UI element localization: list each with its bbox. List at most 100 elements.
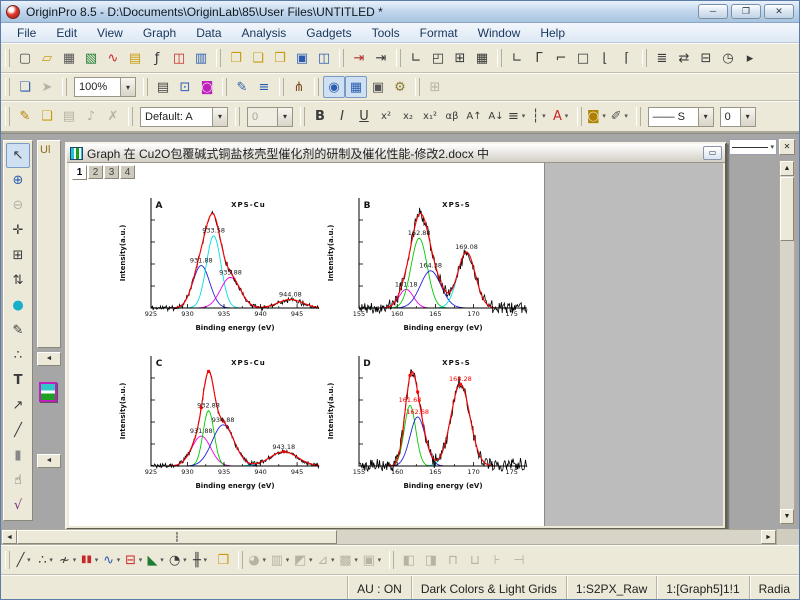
data-selector-tool-button[interactable]: ⇅ <box>6 268 30 293</box>
dock-line-style-combo[interactable]: ▾ <box>729 139 777 155</box>
font-combo-dropdown-icon[interactable]: ▾ <box>212 108 227 126</box>
axis-right-button[interactable]: ⌐ <box>550 47 572 69</box>
line-color-caret[interactable]: ▾ <box>622 107 631 127</box>
new-function-button[interactable]: ƒ <box>146 47 168 69</box>
font-color-caret[interactable]: ▾ <box>562 107 571 127</box>
strip-scroll-left2-button[interactable]: ◄ <box>37 454 61 468</box>
restore-button[interactable]: ❐ <box>731 4 761 19</box>
line-color-button[interactable]: ✐▾ <box>610 106 632 128</box>
scatter-plot-caret[interactable]: ▾ <box>47 550 56 570</box>
column-plot-caret[interactable]: ▾ <box>92 550 101 570</box>
toolbar-overflow-button[interactable]: ▸ <box>739 47 761 69</box>
pointer-tool-button[interactable]: ↖ <box>6 143 30 168</box>
italic-button[interactable]: I <box>331 106 353 128</box>
project-explorer-button[interactable]: ⋔ <box>288 76 310 98</box>
axis-box-button[interactable]: □ <box>572 47 594 69</box>
increase-font-button[interactable]: A↑ <box>463 106 485 128</box>
graph-minimize-button[interactable]: ▭ <box>703 146 722 160</box>
vertical-scrollbar[interactable]: ▲ ▼ <box>779 160 795 525</box>
zoom-in-tool-button[interactable]: ⊕ <box>6 168 30 193</box>
close-button[interactable]: ✕ <box>764 4 794 19</box>
open-excel-button[interactable]: ❐ <box>225 47 247 69</box>
align-text-caret[interactable]: ▾ <box>519 107 528 127</box>
font-color-button[interactable]: A▾ <box>551 106 573 128</box>
import-ascii-button[interactable]: ⇥ <box>370 47 392 69</box>
arrow-tool-button[interactable]: ↗ <box>6 393 30 418</box>
menu-help[interactable]: Help <box>530 24 575 42</box>
duplicate-window-button[interactable]: ❏ <box>14 76 36 98</box>
scroll-down-button[interactable]: ▼ <box>780 509 794 524</box>
scroll-right-button[interactable]: ► <box>761 530 776 544</box>
line-style-combo-dropdown-icon[interactable]: ▾ <box>698 108 713 126</box>
underline-button[interactable]: U <box>353 106 375 128</box>
menu-tools[interactable]: Tools <box>362 24 410 42</box>
spacing-caret[interactable]: ▾ <box>539 107 548 127</box>
axis-top-button[interactable]: Γ <box>528 47 550 69</box>
pie-3d-caret[interactable]: ▾ <box>260 550 269 570</box>
zoom-pane-button[interactable]: ◉ <box>323 76 345 98</box>
polar-plot-button[interactable]: ◔▾ <box>168 549 190 571</box>
new-project-button[interactable]: ▢ <box>14 47 36 69</box>
open-sample-button[interactable]: ❏ <box>247 47 269 69</box>
fill-color-caret[interactable]: ▾ <box>600 107 609 127</box>
line-width-button[interactable]: ≣ <box>651 47 673 69</box>
page-tab-3[interactable]: 3 <box>104 165 119 179</box>
horizontal-scroll-track[interactable] <box>337 530 761 544</box>
line-symbol-plot-caret[interactable]: ▾ <box>70 550 79 570</box>
menu-gadgets[interactable]: Gadgets <box>296 24 361 42</box>
template-plot-caret[interactable]: ▾ <box>114 550 123 570</box>
project-explorer-strip[interactable]: Ul <box>37 140 61 348</box>
menu-window[interactable]: Window <box>468 24 531 42</box>
menu-graph[interactable]: Graph <box>133 24 186 42</box>
new-matrix-button[interactable]: ▤ <box>124 47 146 69</box>
layer-contents-button[interactable]: ⊟ <box>695 47 717 69</box>
print-button[interactable]: ▤ <box>152 76 174 98</box>
annotation-button[interactable]: ❑ <box>36 106 58 128</box>
bold-button[interactable]: B <box>309 106 331 128</box>
text-tool-button[interactable]: T <box>6 368 30 393</box>
script-window-button[interactable]: ▣ <box>367 76 389 98</box>
strip-scroll-left-button[interactable]: ◄ <box>37 352 61 366</box>
menu-format[interactable]: Format <box>410 24 468 42</box>
template-library-button[interactable]: ❒ <box>212 549 234 571</box>
horizontal-scrollbar[interactable]: ◄ ┇ ► <box>1 529 777 545</box>
align-text-button[interactable]: ≡▾ <box>507 106 529 128</box>
scroll-left-button[interactable]: ◄ <box>2 530 17 544</box>
open-button[interactable]: ▱ <box>36 47 58 69</box>
edit-mode-button[interactable]: ✎ <box>14 106 36 128</box>
new-layout-button[interactable]: ◫ <box>168 47 190 69</box>
screen-reader-tool-button[interactable]: ✛ <box>6 218 30 243</box>
line-style-combo[interactable]: —— S▾ <box>648 107 714 127</box>
code-builder-button[interactable]: ⚙ <box>389 76 411 98</box>
import-wizard-button[interactable]: ⇥ <box>348 47 370 69</box>
fill-color-button[interactable]: ◙▾ <box>586 106 610 128</box>
vertical-scroll-thumb[interactable] <box>780 177 794 241</box>
subscript-button[interactable]: x₂ <box>397 106 419 128</box>
new-sheet-button[interactable]: ✎ <box>231 76 253 98</box>
wireframe-3d-caret[interactable]: ▾ <box>328 550 337 570</box>
view-windows-button[interactable]: ▦ <box>345 76 367 98</box>
surface-3d-caret[interactable]: ▾ <box>306 550 315 570</box>
horizontal-scroll-thumb[interactable]: ┇ <box>17 530 337 544</box>
bar-3d-caret[interactable]: ▾ <box>283 550 292 570</box>
column-plot-button[interactable]: ▮▮▾ <box>80 549 102 571</box>
graph-window-titlebar[interactable]: Graph 在 Cu2O包覆碱式铜盐核壳型催化剂的研制及催化性能-修改2.doc… <box>67 144 725 163</box>
axis-left-bottom-button[interactable]: ∟ <box>506 47 528 69</box>
exchange-xy-button[interactable]: ⇄ <box>673 47 695 69</box>
new-graph-button[interactable]: ∿ <box>102 47 124 69</box>
page-tab-2[interactable]: 2 <box>88 165 103 179</box>
font-size-combo-dropdown-icon[interactable]: ▾ <box>277 108 292 126</box>
area-plot-button[interactable]: ◣▾ <box>146 549 168 571</box>
save-project-button[interactable]: ▣ <box>291 47 313 69</box>
image-plot-caret[interactable]: ▾ <box>375 550 384 570</box>
new-notes-button[interactable]: ▥ <box>190 47 212 69</box>
superscript-button[interactable]: x² <box>375 106 397 128</box>
stock-plot-caret[interactable]: ▾ <box>201 550 210 570</box>
menu-view[interactable]: View <box>87 24 133 42</box>
matrix-3d-caret[interactable]: ▾ <box>352 550 361 570</box>
layer-four-button[interactable]: ⊞ <box>449 47 471 69</box>
line-symbol-plot-button[interactable]: ≁▾ <box>58 549 80 571</box>
scroll-up-button[interactable]: ▲ <box>780 161 794 176</box>
new-graph-axes-button[interactable]: ∟ <box>405 47 427 69</box>
equation-tool-button[interactable]: √ <box>6 493 30 518</box>
